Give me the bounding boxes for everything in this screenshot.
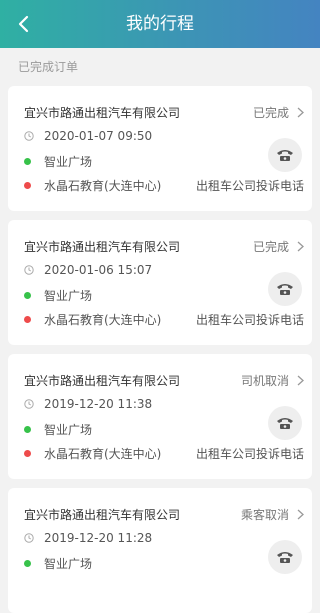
end-location: 水晶石教育(大连中心) <box>24 177 161 194</box>
start-location: 智业广场 <box>24 421 92 438</box>
time-text: 2020-01-07 09:50 <box>44 129 153 143</box>
trip-time: 2019-12-20 11:28 <box>24 531 152 545</box>
clock-icon <box>24 399 38 409</box>
page-title: 我的行程 <box>126 14 194 34</box>
end-text: 水晶石教育(大连中心) <box>44 447 162 461</box>
end-location: 水晶石教育(大连中心) <box>24 445 161 462</box>
phone-icon <box>277 552 293 563</box>
chevron-right-icon <box>297 375 304 386</box>
company-name: 宜兴市路通出租汽车有限公司 <box>24 106 181 120</box>
status-label: 已完成 <box>252 240 289 254</box>
start-dot-icon <box>24 158 31 165</box>
end-location: 水晶石教育(大连中心) <box>24 311 161 328</box>
clock-icon <box>24 533 38 543</box>
company-name: 宜兴市路通出租汽车有限公司 <box>24 374 181 388</box>
order-list: 宜兴市路通出租汽车有限公司 已完成 2020-01-07 09:50 智业广场 … <box>0 86 320 613</box>
time-text: 2019-12-20 11:28 <box>44 531 153 545</box>
trip-time: 2020-01-06 15:07 <box>24 263 152 277</box>
company-name: 宜兴市路通出租汽车有限公司 <box>24 240 181 254</box>
trip-time: 2020-01-07 09:50 <box>24 129 152 143</box>
call-button[interactable] <box>268 406 302 440</box>
start-text: 智业广场 <box>44 155 93 169</box>
clock-icon <box>24 265 38 275</box>
call-button[interactable] <box>268 138 302 172</box>
company-name: 宜兴市路通出租汽车有限公司 <box>24 508 181 522</box>
start-dot-icon <box>24 292 31 299</box>
complaint-hotline[interactable]: 出租车公司投诉电话 <box>196 311 304 328</box>
call-button[interactable] <box>268 540 302 574</box>
chevron-right-icon <box>297 107 304 118</box>
chevron-right-icon <box>297 241 304 252</box>
status-label: 已完成 <box>252 106 289 120</box>
order-card[interactable]: 宜兴市路通出租汽车有限公司 已完成 2020-01-07 09:50 智业广场 … <box>8 86 312 211</box>
order-card[interactable]: 宜兴市路通出租汽车有限公司 司机取消 2019-12-20 11:38 智业广场… <box>8 354 312 479</box>
start-text: 智业广场 <box>44 289 93 303</box>
status-label: 司机取消 <box>240 374 289 388</box>
end-dot-icon <box>24 450 31 457</box>
time-text: 2020-01-06 15:07 <box>44 263 153 277</box>
start-text: 智业广场 <box>44 557 93 571</box>
chevron-right-icon <box>297 509 304 520</box>
end-text: 水晶石教育(大连中心) <box>44 313 162 327</box>
order-status[interactable]: 已完成 <box>253 238 304 255</box>
complaint-hotline[interactable]: 出租车公司投诉电话 <box>196 445 304 462</box>
clock-icon <box>24 131 38 141</box>
section-label: 已完成订单 <box>18 60 79 74</box>
call-button[interactable] <box>268 272 302 306</box>
start-location: 智业广场 <box>24 153 92 170</box>
phone-icon <box>277 418 293 429</box>
status-label: 乘客取消 <box>240 508 289 522</box>
phone-icon <box>277 284 293 295</box>
complaint-hotline[interactable]: 出租车公司投诉电话 <box>196 177 304 194</box>
start-location: 智业广场 <box>24 287 92 304</box>
order-status[interactable]: 司机取消 <box>241 372 304 389</box>
start-text: 智业广场 <box>44 423 93 437</box>
phone-icon <box>277 150 293 161</box>
order-status[interactable]: 乘客取消 <box>241 506 304 523</box>
start-location: 智业广场 <box>24 555 92 572</box>
end-dot-icon <box>24 316 31 323</box>
order-card[interactable]: 宜兴市路通出租汽车有限公司 乘客取消 2019-12-20 11:28 智业广场 <box>8 488 312 613</box>
end-dot-icon <box>24 182 31 189</box>
header-bar: 我的行程 <box>0 0 320 48</box>
order-status[interactable]: 已完成 <box>253 104 304 121</box>
start-dot-icon <box>24 560 31 567</box>
time-text: 2019-12-20 11:38 <box>44 397 153 411</box>
end-text: 水晶石教育(大连中心) <box>44 179 162 193</box>
trip-time: 2019-12-20 11:38 <box>24 397 152 411</box>
start-dot-icon <box>24 426 31 433</box>
order-card[interactable]: 宜兴市路通出租汽车有限公司 已完成 2020-01-06 15:07 智业广场 … <box>8 220 312 345</box>
